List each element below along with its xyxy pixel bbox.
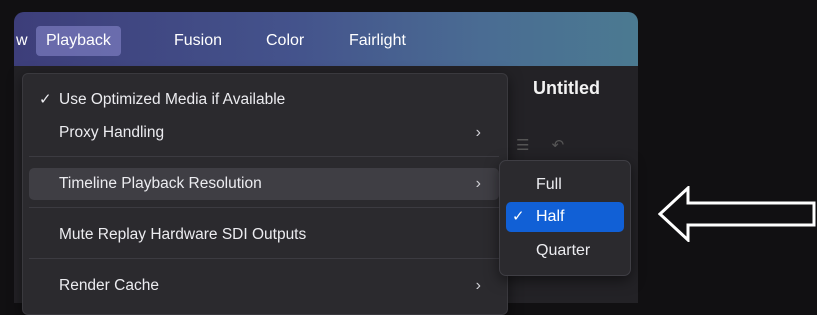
sort-icon[interactable]: ☰ — [516, 137, 529, 154]
menu-item-playback[interactable]: Playback — [36, 26, 121, 56]
resolution-option-label: Full — [536, 176, 562, 193]
menu-option-mute-replay-hardware[interactable]: Mute Replay Hardware SDI Outputs — [29, 219, 499, 251]
undo-icon[interactable]: ↶ — [552, 137, 565, 154]
resolution-option-quarter[interactable]: Quarter — [506, 236, 624, 266]
menu-separator — [29, 258, 499, 259]
toolbar-icons: ☰ ↶ — [516, 136, 564, 154]
menu-option-label: Timeline Playback Resolution — [59, 175, 262, 192]
chevron-right-icon: › — [475, 124, 481, 141]
resolution-option-full[interactable]: Full — [506, 170, 624, 200]
resolution-submenu: Full ✓ Half Quarter — [499, 160, 631, 276]
menu-separator — [29, 207, 499, 208]
menu-option-render-cache[interactable]: Render Cache › — [29, 270, 499, 302]
menu-option-label: Mute Replay Hardware SDI Outputs — [59, 226, 307, 243]
menu-item-view-partial[interactable]: w — [14, 26, 38, 56]
menu-separator — [29, 156, 499, 157]
checkmark-icon: ✓ — [512, 208, 525, 225]
chevron-right-icon: › — [475, 277, 481, 294]
menu-item-fairlight[interactable]: Fairlight — [339, 26, 416, 56]
menu-item-color[interactable]: Color — [256, 26, 314, 56]
menu-bar: w Playback Fusion Color Fairlight — [14, 12, 638, 66]
menu-option-proxy-handling[interactable]: Proxy Handling › — [29, 117, 499, 149]
menu-item-fusion[interactable]: Fusion — [164, 26, 232, 56]
menu-option-label: Proxy Handling — [59, 124, 165, 141]
playback-menu: ✓ Use Optimized Media if Available Proxy… — [22, 73, 508, 315]
menu-option-timeline-playback-resolution[interactable]: Timeline Playback Resolution › — [29, 168, 499, 200]
menu-option-use-optimized-media[interactable]: ✓ Use Optimized Media if Available — [29, 84, 499, 116]
resolution-option-half[interactable]: ✓ Half — [506, 202, 624, 232]
checkmark-icon: ✓ — [39, 91, 52, 108]
menu-option-label: Use Optimized Media if Available — [59, 91, 286, 108]
resolution-option-label: Half — [536, 208, 565, 225]
resolution-option-label: Quarter — [536, 242, 591, 259]
project-title: Untitled — [533, 78, 600, 98]
chevron-right-icon: › — [475, 175, 481, 192]
menu-option-label: Render Cache — [59, 277, 159, 294]
left-arrow-icon — [658, 186, 816, 242]
